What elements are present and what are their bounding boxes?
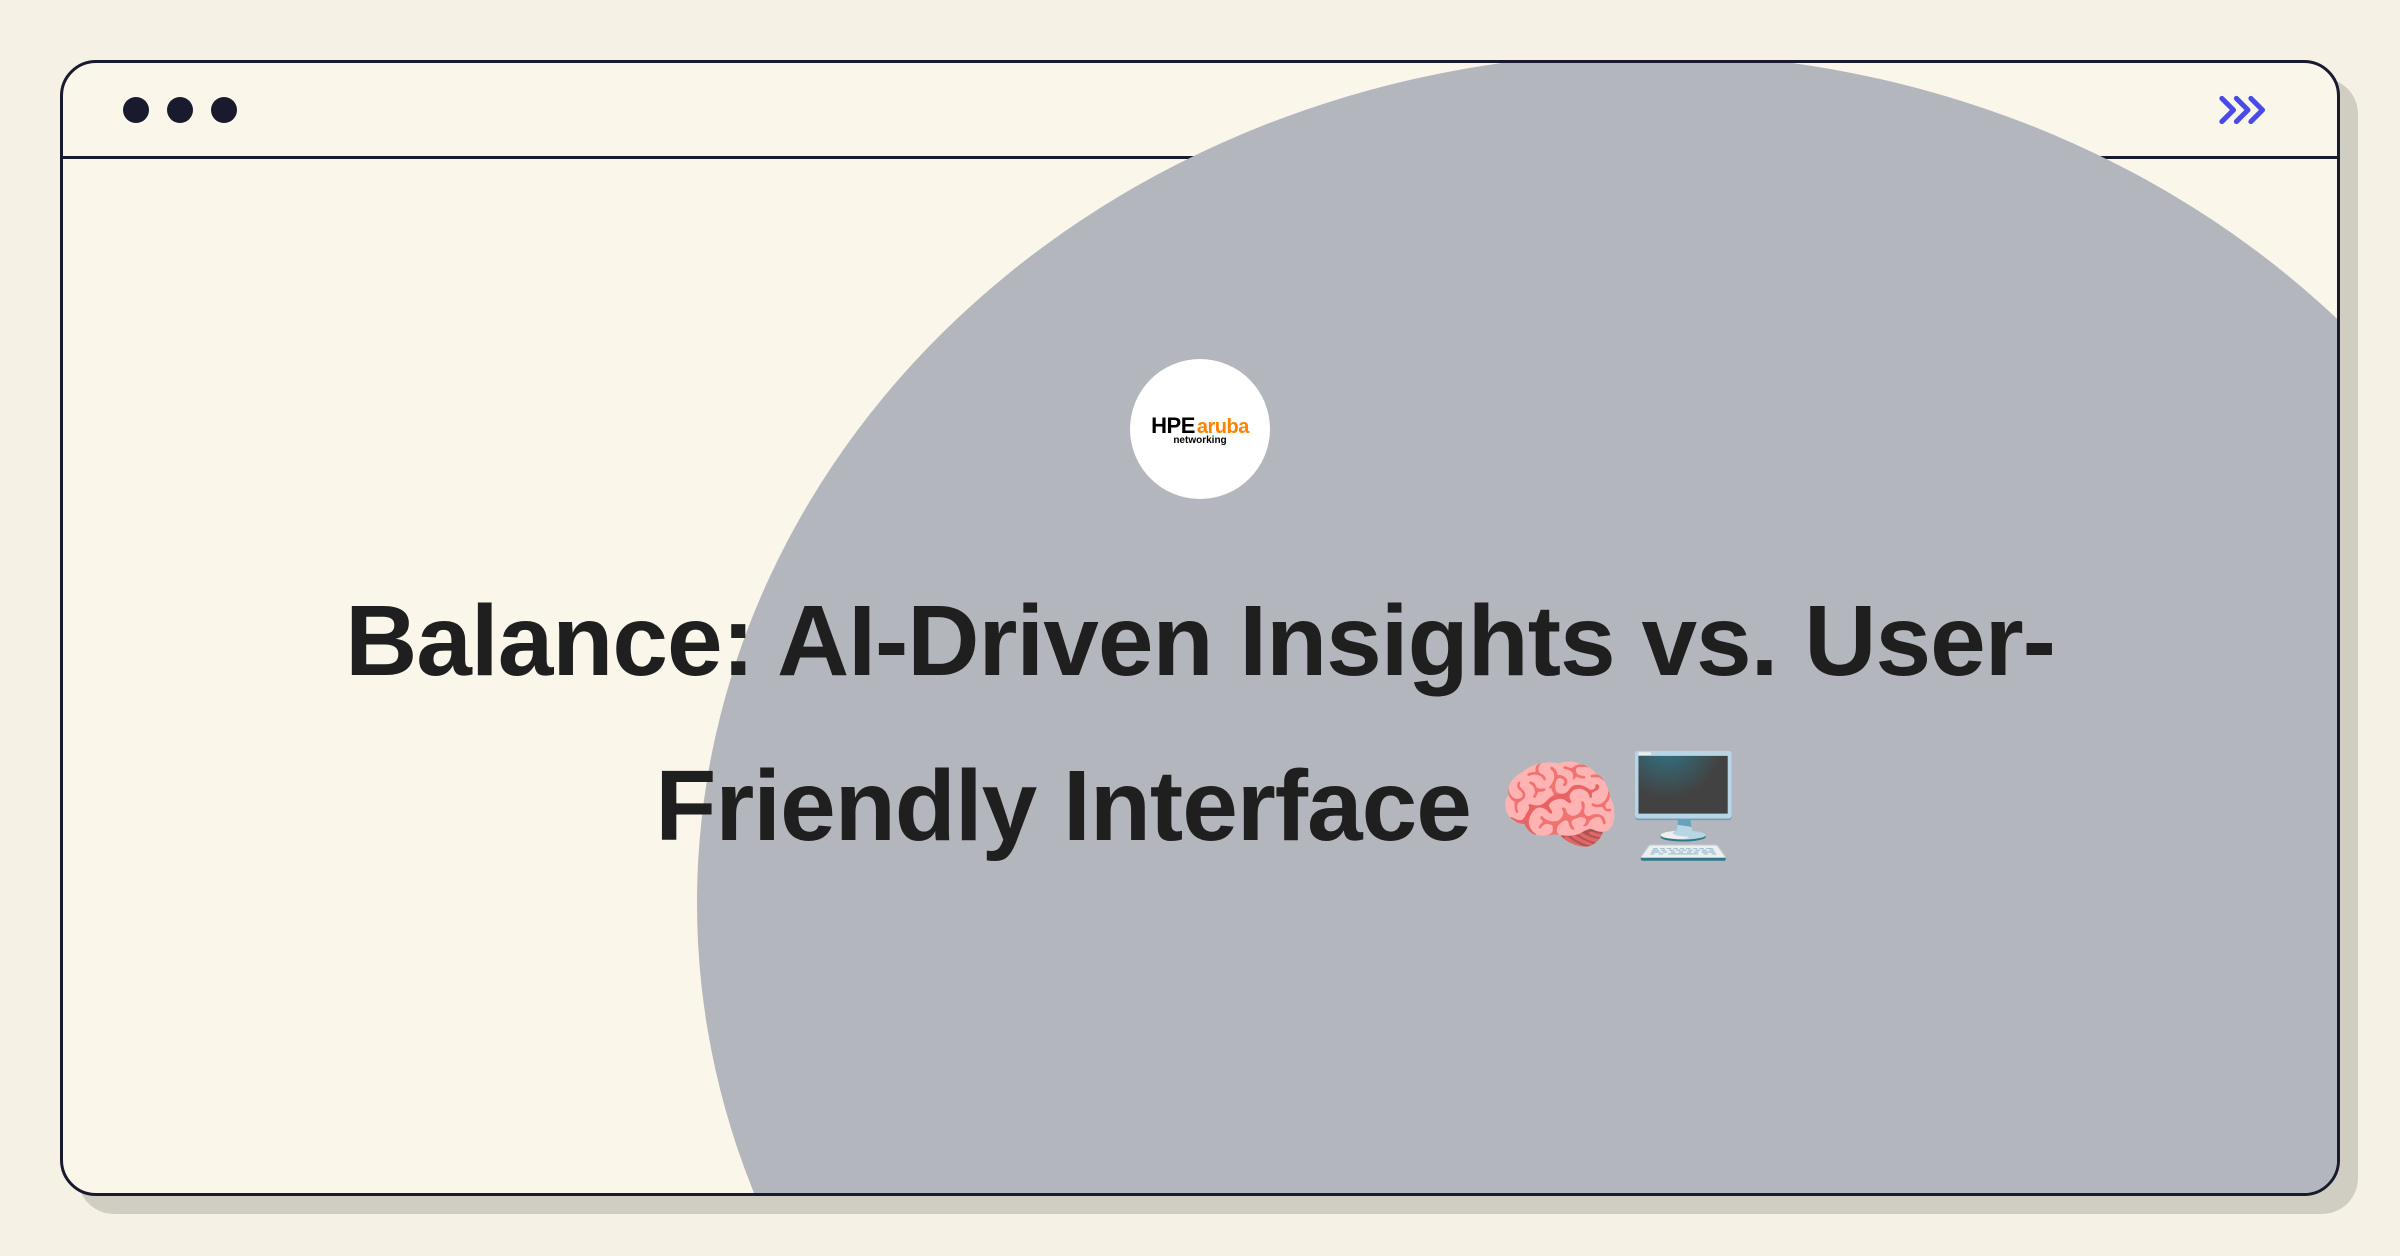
brand-logo: HPEaruba networking <box>1130 359 1270 499</box>
card-body: HPEaruba networking Balance: AI-Driven I… <box>60 60 2340 1196</box>
forward-chevrons-icon <box>2219 90 2277 130</box>
window-dots <box>123 97 237 123</box>
window-dot <box>167 97 193 123</box>
window-dot <box>211 97 237 123</box>
logo-subtitle: networking <box>1173 435 1226 446</box>
slide-card: HPEaruba networking Balance: AI-Driven I… <box>60 60 2340 1196</box>
window-dot <box>123 97 149 123</box>
main-content: HPEaruba networking Balance: AI-Driven I… <box>63 159 2337 889</box>
slide-title: Balance: AI-Driven Insights vs. User-Fri… <box>200 559 2200 889</box>
